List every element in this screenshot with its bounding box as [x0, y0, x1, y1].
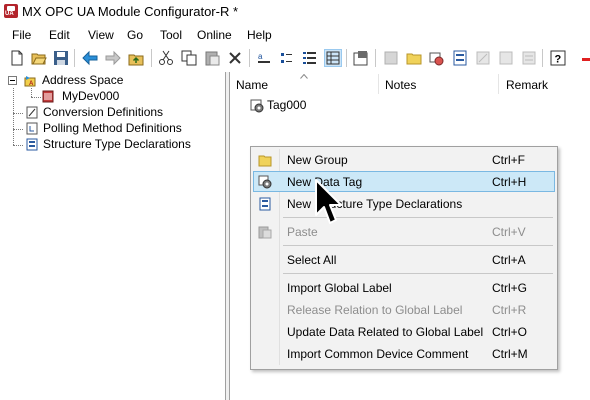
list-cell-name: Tag000 — [267, 98, 307, 112]
mouse-pointer-icon — [315, 179, 342, 224]
menu-help[interactable]: Help — [247, 28, 272, 42]
structure-icon — [26, 138, 38, 151]
menu-item-shortcut: Ctrl+H — [492, 175, 527, 189]
tree-label-structure: Structure Type Declarations — [43, 137, 191, 151]
back-arrow-icon[interactable] — [82, 50, 98, 66]
menu-item-shortcut: Ctrl+M — [492, 347, 528, 361]
menu-item-label: Select All — [287, 253, 337, 267]
menu-view[interactable]: View — [88, 28, 114, 42]
large-icons-view-icon[interactable]: a — [256, 50, 272, 66]
paste-icon[interactable] — [204, 50, 220, 66]
list-view-icon[interactable] — [302, 50, 318, 66]
menu-item-release-relation[interactable]: Release Relation to Global Label Ctrl+R — [253, 299, 555, 320]
device-icon — [42, 90, 54, 103]
structure-type-icon-disabled[interactable] — [521, 50, 537, 66]
column-header-notes[interactable]: Notes — [385, 78, 416, 92]
new-file-icon[interactable] — [9, 50, 25, 66]
menu-item-label: Release Relation to Global Label — [287, 303, 463, 317]
data-tag-icon — [258, 175, 272, 189]
menu-item-label: New Group — [287, 153, 348, 167]
folder-icon — [258, 155, 272, 167]
sort-ascending-icon — [300, 74, 308, 79]
menu-item-select-all[interactable]: Select All Ctrl+A — [253, 249, 555, 270]
paste-icon — [258, 226, 272, 239]
menu-online[interactable]: Online — [197, 28, 232, 42]
copy-icon[interactable] — [181, 50, 197, 66]
list-row-tag000[interactable]: Tag000 — [250, 98, 310, 114]
menu-item-shortcut: Ctrl+G — [492, 281, 528, 295]
menu-item-new-group[interactable]: New Group Ctrl+F — [253, 149, 555, 170]
svg-text:a: a — [258, 52, 263, 61]
menu-item-label: Paste — [287, 225, 318, 239]
menu-bar: File Edit View Go Tool Online Help — [0, 25, 590, 45]
tree-label-mydev000: MyDev000 — [62, 89, 120, 103]
tree-label-address-space: Address Space — [42, 73, 124, 87]
menu-item-shortcut: Ctrl+F — [492, 153, 525, 167]
menu-item-paste[interactable]: Paste Ctrl+V — [253, 221, 555, 242]
menu-item-import-global-label[interactable]: Import Global Label Ctrl+G — [253, 277, 555, 298]
context-menu: New Group Ctrl+F New Data Tag Ctrl+H New… — [250, 146, 558, 370]
column-header-remark[interactable]: Remark — [506, 78, 548, 92]
tree-label-polling: Polling Method Definitions — [43, 121, 182, 135]
tree-pane: A Address Space MyDev000 Conversion Defi… — [0, 72, 226, 400]
menu-item-update-data-global-label[interactable]: Update Data Related to Global Label Ctrl… — [253, 321, 555, 342]
menu-item-label: Update Data Related to Global Label — [287, 325, 484, 339]
menu-item-import-device-comment[interactable]: Import Common Device Comment Ctrl+M — [253, 343, 555, 364]
new-group-icon[interactable] — [406, 50, 422, 66]
menu-edit[interactable]: Edit — [49, 28, 70, 42]
svg-text:?: ? — [555, 54, 562, 66]
up-folder-icon[interactable] — [128, 50, 144, 66]
conversion-icon-disabled[interactable] — [475, 50, 491, 66]
polling-icon-disabled[interactable] — [498, 50, 514, 66]
menu-item-new-structure-type[interactable]: New Structure Type Declarations — [253, 193, 555, 214]
collapse-toggle-icon[interactable] — [8, 76, 17, 85]
forward-arrow-icon[interactable] — [105, 50, 121, 66]
structure-icon — [259, 197, 271, 211]
menu-item-shortcut: Ctrl+O — [492, 325, 528, 339]
window-title: MX OPC UA Module Configurator-R * — [22, 4, 239, 19]
menu-item-new-data-tag[interactable]: New Data Tag Ctrl+H — [253, 171, 555, 192]
data-tag-icon — [250, 99, 264, 113]
menu-file[interactable]: File — [12, 28, 31, 42]
column-header-name[interactable]: Name — [236, 78, 268, 92]
menu-go[interactable]: Go — [127, 28, 143, 42]
new-data-tag-icon[interactable] — [429, 50, 445, 66]
toolbar: a ? — [0, 47, 590, 71]
svg-text:A: A — [29, 81, 34, 87]
delete-icon[interactable] — [227, 50, 243, 66]
menu-item-label: Import Common Device Comment — [287, 347, 469, 361]
device-icon-disabled[interactable] — [383, 50, 399, 66]
menu-tool[interactable]: Tool — [160, 28, 182, 42]
polling-icon — [26, 122, 38, 135]
title-bar: MX OPC UA Module Configurator-R * — [0, 0, 590, 24]
help-icon[interactable]: ? — [550, 50, 566, 66]
tree-label-conversion: Conversion Definitions — [43, 105, 164, 119]
details-view-icon[interactable] — [324, 49, 342, 67]
cut-icon[interactable] — [158, 50, 174, 66]
app-icon — [4, 4, 18, 18]
menu-item-shortcut: Ctrl+V — [492, 225, 526, 239]
address-space-icon: A — [24, 76, 36, 87]
save-icon[interactable] — [53, 50, 69, 66]
menu-item-label: Import Global Label — [287, 281, 392, 295]
structure-icon[interactable] — [452, 50, 468, 66]
menu-item-shortcut: Ctrl+A — [492, 253, 526, 267]
open-folder-icon[interactable] — [31, 50, 47, 66]
small-icons-view-icon[interactable] — [279, 50, 295, 66]
properties-icon[interactable] — [353, 50, 369, 66]
conversion-icon — [26, 106, 38, 119]
menu-item-shortcut: Ctrl+R — [492, 303, 527, 317]
